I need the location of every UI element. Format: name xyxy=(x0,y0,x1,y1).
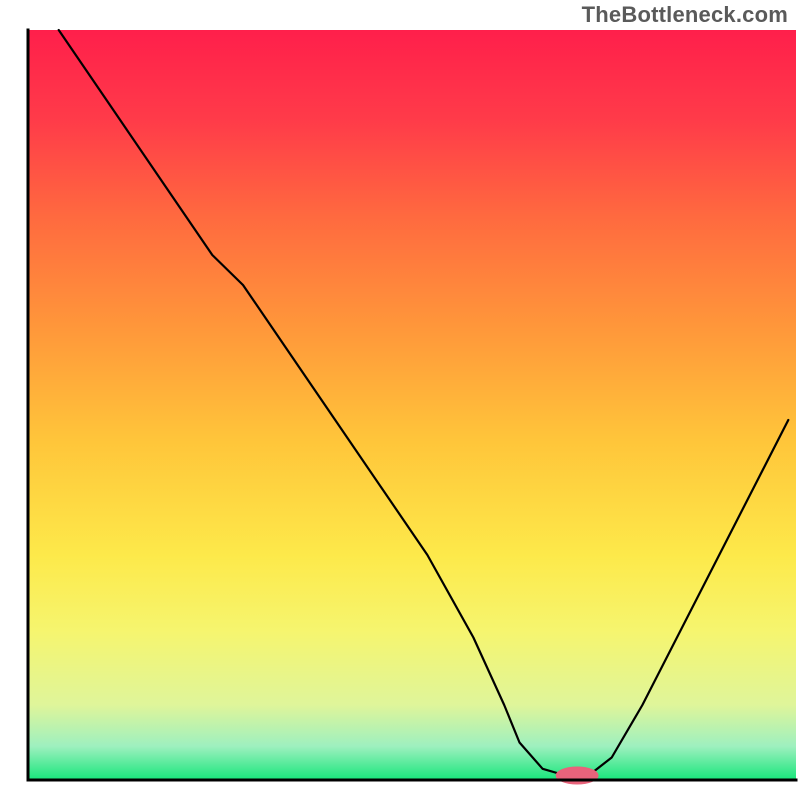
plot-area xyxy=(28,30,796,785)
watermark-text: TheBottleneck.com xyxy=(582,2,788,28)
gradient-background xyxy=(28,30,796,780)
bottleneck-chart xyxy=(0,0,800,800)
optimal-marker xyxy=(556,767,599,785)
